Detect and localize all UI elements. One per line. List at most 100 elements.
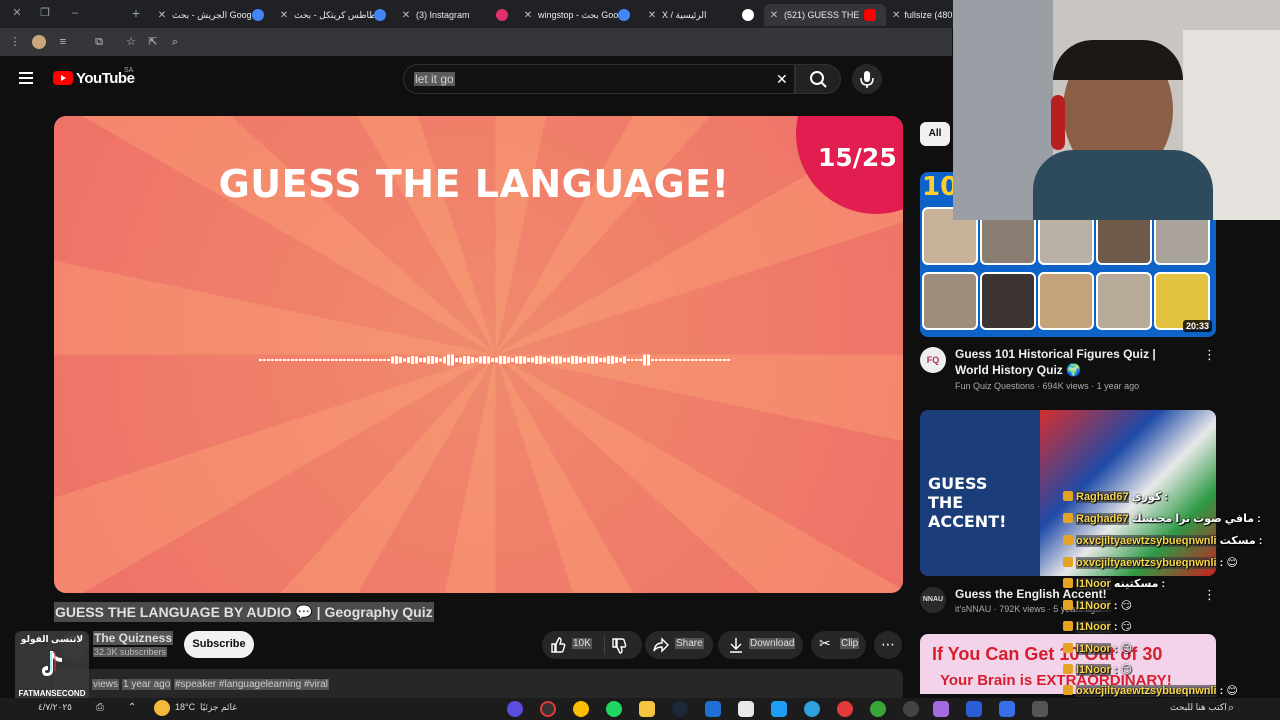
chat-text: : 😊 <box>1219 557 1238 569</box>
channel-avatar[interactable]: NNAU <box>920 587 946 613</box>
reading-list-icon[interactable]: ≡ <box>56 35 70 49</box>
google-favicon-icon <box>374 9 386 21</box>
printer-icon[interactable]: ⎙ <box>96 702 104 713</box>
copilot-icon[interactable] <box>933 701 949 717</box>
chrome-icon[interactable] <box>573 701 589 717</box>
search-box[interactable]: let it go ✕ <box>403 64 795 94</box>
more-actions-button[interactable]: ⋯ <box>874 631 902 659</box>
app-icon[interactable] <box>999 701 1015 717</box>
waveform-bar <box>647 354 650 366</box>
tab-3[interactable]: ✕ wingstop - بحث Goo <box>522 4 637 26</box>
edge-icon[interactable] <box>804 701 820 717</box>
weather-text[interactable]: غائم جزئيًا <box>200 702 237 713</box>
minimize-window-icon[interactable]: – <box>68 6 82 20</box>
restore-window-icon[interactable]: ❐ <box>38 6 52 20</box>
extensions-icon[interactable]: ⧉ <box>92 35 106 49</box>
channel-name[interactable]: Fun Quiz Questions <box>955 381 1035 391</box>
search-icon[interactable]: ⌕ <box>1228 702 1234 715</box>
channel-name[interactable]: The Quizness <box>93 631 174 645</box>
file-explorer-icon[interactable] <box>639 701 655 717</box>
waveform-bar <box>491 358 494 362</box>
like-icon[interactable] <box>549 636 567 654</box>
chat-message: l1Noor : 😏 <box>1063 642 1132 655</box>
profile-avatar-icon[interactable] <box>32 35 46 49</box>
zoom-app-icon[interactable] <box>771 701 787 717</box>
obs-icon[interactable] <box>540 701 556 717</box>
share-button[interactable]: Share <box>645 631 713 659</box>
bookmark-star-icon[interactable]: ☆ <box>124 35 138 49</box>
steam-icon[interactable] <box>672 701 688 717</box>
clear-search-icon[interactable]: ✕ <box>776 71 788 88</box>
recommendation-title[interactable]: Guess 101 Historical Figures Quiz | Worl… <box>955 346 1180 378</box>
weather-icon[interactable] <box>154 700 170 716</box>
xbox-icon[interactable] <box>870 701 886 717</box>
clip-button[interactable]: ✂ Clip <box>811 631 866 659</box>
upload-age: 1 year ago <box>1096 381 1140 391</box>
channel-avatar[interactable]: FQ <box>920 347 946 373</box>
kebab-menu-icon[interactable]: ⋮ <box>1203 347 1216 363</box>
video-player[interactable]: 15/25 GUESS THE LANGUAGE! <box>54 116 903 593</box>
waveform-bar <box>607 356 610 364</box>
channel-name[interactable]: it'sNNAU <box>955 604 991 614</box>
hashtags[interactable]: #speaker #languagelearning #viral <box>174 679 329 690</box>
tab-5[interactable]: ✕ (521) GUESS THE <box>764 4 886 26</box>
task-view-icon[interactable] <box>1032 701 1048 717</box>
close-window-icon[interactable]: ✕ <box>10 6 24 20</box>
tab-6[interactable]: ✕ fullsize (480 <box>892 4 952 26</box>
recommendation-channel[interactable]: Fun Quiz Questions · 694K views · 1 year… <box>955 381 1139 391</box>
store-icon[interactable] <box>738 701 754 717</box>
waveform-bar <box>531 357 534 363</box>
video-overlay-title: GUESS THE LANGUAGE! <box>218 162 730 206</box>
chat-username: oxvcjiltyaewtzsybueqnwnli <box>1076 557 1217 569</box>
tab-4[interactable]: ✕ X / الرئيسية <box>646 4 761 26</box>
search-input[interactable]: let it go <box>414 72 455 86</box>
taskbar-search-placeholder[interactable]: اكتب هنا للبحث <box>1170 702 1227 713</box>
close-tab-icon[interactable]: ✕ <box>646 10 658 21</box>
taskbar-date[interactable]: ٤/٧/٢٠٢٥ <box>38 702 72 713</box>
close-tab-icon[interactable]: ✕ <box>278 10 290 21</box>
new-tab-button[interactable]: + <box>129 6 143 20</box>
close-tab-icon[interactable]: ✕ <box>156 10 168 21</box>
tab-2[interactable]: ✕ (3) Instagram <box>400 4 515 26</box>
voice-search-button[interactable] <box>852 64 882 94</box>
youtube-logo-icon[interactable] <box>53 71 73 85</box>
kebab-menu-icon[interactable]: ⋮ <box>1203 587 1216 603</box>
tab-0[interactable]: ✕ الجريش - بحث Google <box>156 4 271 26</box>
chat-badge-icon <box>1063 643 1073 653</box>
like-count[interactable]: 10K <box>572 638 592 649</box>
waveform-bar <box>539 356 542 364</box>
show-hidden-icons-icon[interactable]: ⌃ <box>128 702 136 713</box>
hamburger-menu-icon[interactable] <box>19 71 33 84</box>
waveform-bar <box>271 359 274 361</box>
waveform-bar <box>523 356 526 364</box>
weather-temp[interactable]: 18°C <box>175 702 195 712</box>
waveform-bar <box>291 359 294 361</box>
zoom-icon[interactable]: ⌕ <box>168 35 182 49</box>
share-page-icon[interactable]: ⇱ <box>146 35 160 49</box>
app-icon[interactable] <box>507 701 523 717</box>
subscribe-button[interactable]: Subscribe <box>184 631 254 658</box>
close-tab-icon[interactable]: ✕ <box>892 10 900 21</box>
close-tab-icon[interactable]: ✕ <box>522 10 534 21</box>
waveform-bar <box>495 357 498 363</box>
app-icon[interactable] <box>837 701 853 717</box>
spotify-icon[interactable] <box>606 701 622 717</box>
description-box[interactable]: views 1 year ago #speaker #languagelearn… <box>54 669 903 699</box>
app-icon[interactable] <box>966 701 982 717</box>
dislike-icon[interactable] <box>610 637 628 655</box>
mail-icon[interactable] <box>705 701 721 717</box>
close-tab-icon[interactable]: ✕ <box>400 10 412 21</box>
waveform-bar <box>339 359 342 361</box>
waveform-bar <box>431 356 434 364</box>
close-tab-icon[interactable]: ✕ <box>768 10 780 21</box>
waveform-bar <box>591 356 594 364</box>
download-button[interactable]: Download <box>718 631 803 659</box>
more-menu-icon[interactable]: ⋮ <box>8 35 22 49</box>
search-button[interactable] <box>795 64 841 94</box>
app-icon[interactable] <box>903 701 919 717</box>
waveform-bar <box>727 359 730 361</box>
filter-chip-all[interactable]: All <box>920 122 950 146</box>
chat-message: l1Noor : 😏 <box>1063 663 1132 676</box>
tab-label: wingstop - بحث Goo <box>538 9 618 20</box>
tab-1[interactable]: ✕ بطاطس كريتكل - بحث <box>278 4 393 26</box>
